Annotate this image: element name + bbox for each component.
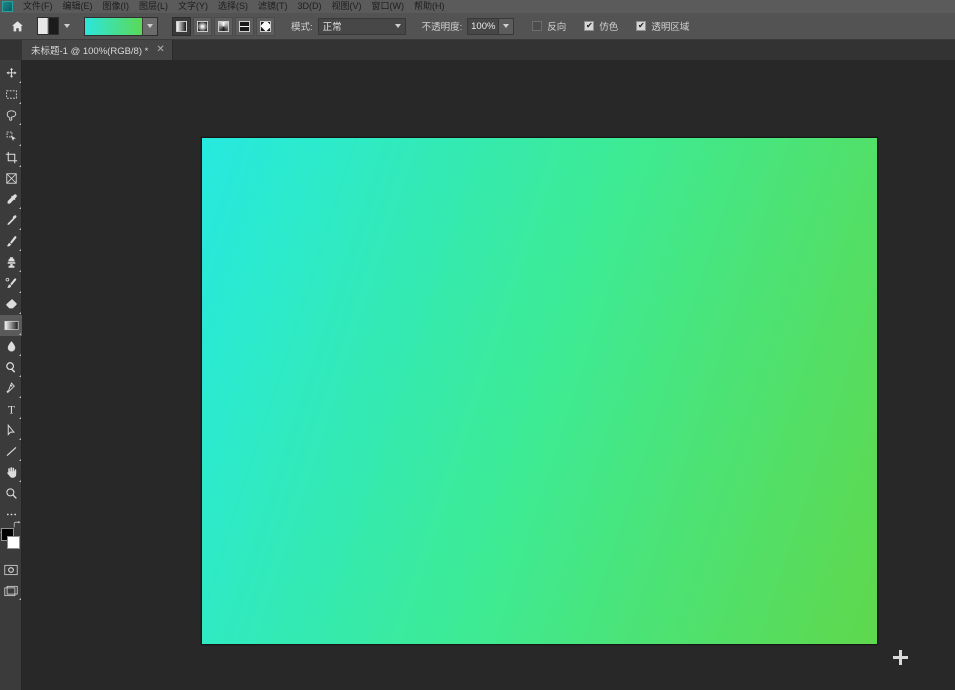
menu-item-edit[interactable]: 编辑(E)	[58, 0, 98, 13]
reflected-gradient-button[interactable]	[235, 16, 254, 36]
chevron-down-icon-preset[interactable]	[64, 24, 70, 28]
zoom-tool[interactable]	[0, 483, 22, 504]
color-swatches[interactable]	[0, 521, 22, 553]
quick-selection-tool[interactable]	[0, 126, 22, 147]
menu-item-image[interactable]: 图像(I)	[98, 0, 135, 13]
chevron-down-icon-opacity	[503, 24, 510, 28]
options-bar: 模式: 正常 不透明度: 100% 反向 ✔ 仿色 ✔ 透明区域	[0, 13, 955, 40]
dither-label: 仿色	[599, 22, 619, 33]
history-brush-tool[interactable]	[0, 273, 22, 294]
gradient-preset-thumbnail	[37, 17, 59, 35]
gradient-tool[interactable]	[0, 315, 22, 336]
crosshair-cursor	[893, 650, 908, 665]
transparency-checkbox[interactable]: ✔	[636, 21, 647, 31]
artboard[interactable]	[201, 137, 878, 645]
opacity-label: 不透明度:	[421, 22, 463, 33]
move-tool[interactable]	[0, 63, 22, 84]
hand-tool[interactable]	[0, 462, 22, 483]
dither-checkbox[interactable]: ✔	[584, 21, 595, 31]
chevron-down-icon-mode	[394, 24, 401, 28]
chevron-down-icon-swatch[interactable]	[142, 17, 157, 35]
gradient-preset-picker[interactable]	[37, 16, 70, 36]
eraser-tool[interactable]	[0, 294, 22, 315]
diamond-gradient-button[interactable]	[256, 16, 275, 36]
line-shape-tool[interactable]	[0, 441, 22, 462]
document-tab-bar: 未标题-1 @ 100%(RGB/8) * ✕	[0, 40, 955, 60]
path-selection-tool[interactable]	[0, 420, 22, 441]
clone-stamp-tool[interactable]	[0, 252, 22, 273]
svg-text:T: T	[8, 405, 15, 416]
reverse-label: 反向	[547, 22, 567, 33]
menu-item-type[interactable]: 文字(Y)	[173, 0, 213, 13]
reverse-checkbox[interactable]	[532, 21, 543, 31]
photoshop-logo-icon	[2, 1, 13, 12]
chevron-down-glyph	[147, 24, 153, 28]
transparency-checkbox-group[interactable]: ✔ 透明区域	[636, 19, 689, 33]
home-icon[interactable]	[6, 15, 28, 37]
mode-select[interactable]: 正常	[317, 17, 406, 35]
brush-tool[interactable]	[0, 231, 22, 252]
document-tab[interactable]: 未标题-1 @ 100%(RGB/8) * ✕	[22, 40, 173, 60]
reverse-checkbox-group[interactable]: 反向	[532, 19, 566, 33]
canvas-area[interactable]	[22, 60, 955, 690]
linear-gradient-button[interactable]	[172, 16, 191, 36]
tools-panel: T	[0, 60, 22, 690]
menu-bar: 文件(F) 编辑(E) 图像(I) 图层(L) 文字(Y) 选择(S) 滤镜(T…	[0, 0, 955, 13]
swap-colors-icon[interactable]	[13, 521, 21, 531]
marquee-tool[interactable]	[0, 84, 22, 105]
mode-label: 模式:	[291, 22, 313, 33]
menu-item-file[interactable]: 文件(F)	[18, 0, 58, 13]
angle-gradient-button[interactable]	[214, 16, 233, 36]
menu-item-window[interactable]: 窗口(W)	[367, 0, 410, 13]
gradient-swatch-picker[interactable]	[84, 16, 158, 36]
radial-gradient-button[interactable]	[193, 16, 212, 36]
close-icon[interactable]: ✕	[156, 45, 164, 55]
document-tab-label: 未标题-1 @ 100%(RGB/8) *	[31, 46, 149, 57]
eyedropper-tool[interactable]	[0, 189, 22, 210]
frame-tool[interactable]	[0, 168, 22, 189]
blur-tool[interactable]	[0, 336, 22, 357]
dither-checkbox-group[interactable]: ✔ 仿色	[584, 19, 618, 33]
background-color-swatch[interactable]	[7, 536, 20, 549]
dodge-tool[interactable]	[0, 357, 22, 378]
gradient-fill-layer	[202, 138, 877, 644]
transparency-label: 透明区域	[651, 22, 690, 33]
menu-item-select[interactable]: 选择(S)	[213, 0, 253, 13]
crop-tool[interactable]	[0, 147, 22, 168]
type-tool[interactable]: T	[0, 399, 22, 420]
menu-item-view[interactable]: 视图(V)	[327, 0, 367, 13]
quick-mask-icon[interactable]	[0, 559, 22, 580]
photoshop-window: 文件(F) 编辑(E) 图像(I) 图层(L) 文字(Y) 选择(S) 滤镜(T…	[0, 0, 955, 690]
menu-item-3d[interactable]: 3D(D)	[293, 0, 327, 13]
lasso-tool[interactable]	[0, 105, 22, 126]
gradient-swatch[interactable]	[85, 17, 142, 35]
menu-item-filter[interactable]: 滤镜(T)	[253, 0, 293, 13]
opacity-stepper[interactable]	[499, 17, 515, 35]
gradient-type-group	[172, 16, 275, 36]
menu-item-help[interactable]: 帮助(H)	[409, 0, 450, 13]
opacity-input[interactable]: 100%	[467, 17, 500, 35]
screen-mode-icon[interactable]	[0, 580, 22, 601]
healing-brush-tool[interactable]	[0, 210, 22, 231]
menu-item-layer[interactable]: 图层(L)	[134, 0, 173, 13]
pen-tool[interactable]	[0, 378, 22, 399]
mode-value: 正常	[322, 22, 342, 33]
